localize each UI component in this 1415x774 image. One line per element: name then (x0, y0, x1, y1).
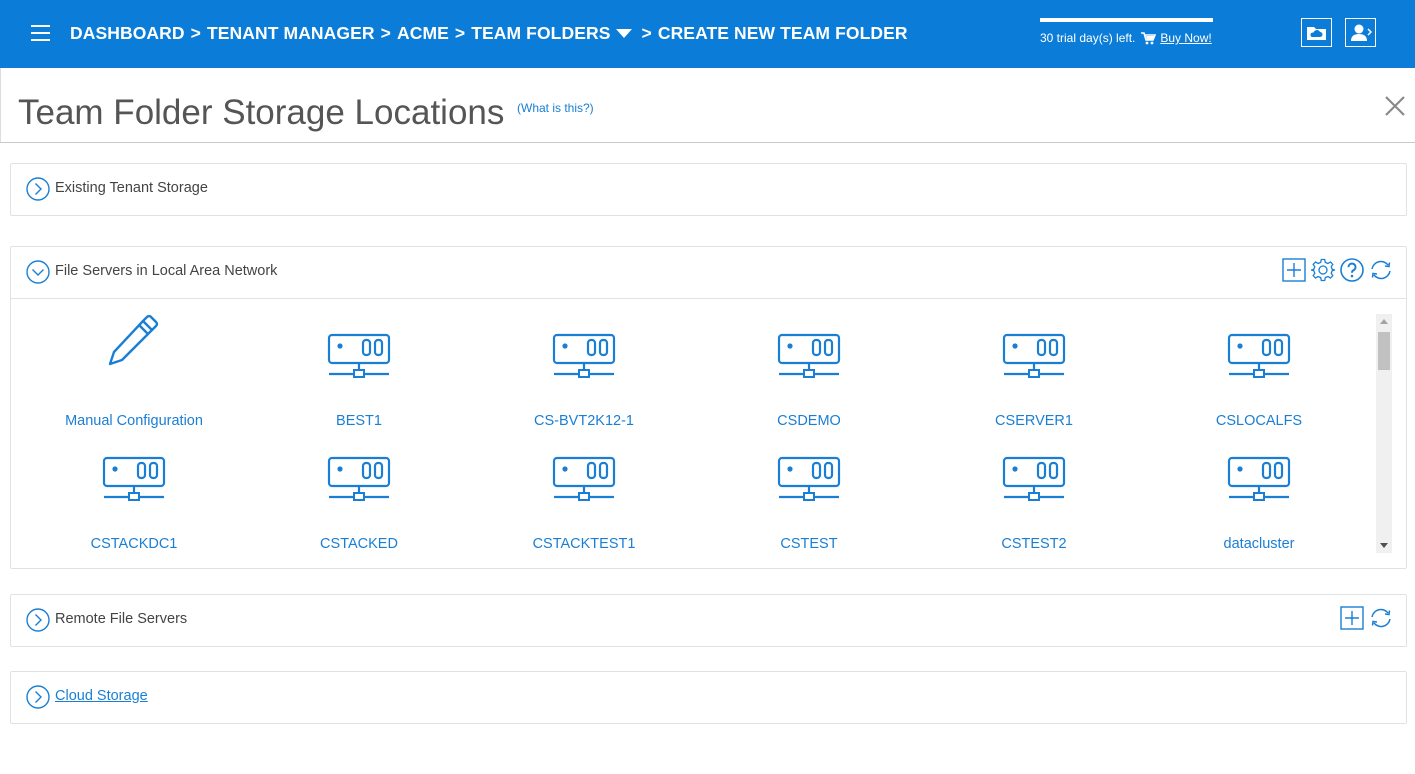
page-title: Team Folder Storage Locations (18, 93, 505, 132)
server-tile[interactable]: CSTACKDC1 (19, 436, 249, 552)
manual-configuration-tile[interactable]: Manual Configuration (19, 313, 249, 429)
server-icon (777, 333, 841, 378)
page-header: Team Folder Storage Locations (What is t… (0, 68, 1415, 143)
add-icon[interactable] (1340, 606, 1364, 630)
scroll-thumb[interactable] (1378, 332, 1390, 370)
breadcrumb-dashboard[interactable]: DASHBOARD (70, 23, 185, 44)
server-tile[interactable]: CSTEST2 (919, 436, 1149, 552)
server-tile[interactable]: CSTACKED (244, 436, 474, 552)
breadcrumb-acme[interactable]: ACME (397, 23, 449, 44)
server-label[interactable]: datacluster (1144, 536, 1374, 552)
server-tile[interactable]: CSTEST (694, 436, 924, 552)
server-tile[interactable]: CS-BVT2K12-1 (469, 313, 699, 429)
server-label[interactable]: CSERVER1 (919, 413, 1149, 429)
breadcrumb-team-folders[interactable]: TEAM FOLDERS (471, 23, 610, 44)
menu-icon[interactable] (31, 25, 50, 43)
panel-existing-tenant-storage: Existing Tenant Storage (10, 163, 1407, 216)
server-icon (1002, 456, 1066, 501)
panel-title[interactable]: Existing Tenant Storage (55, 180, 208, 196)
panel-remote-file-servers: Remote File Servers (10, 594, 1407, 647)
server-label[interactable]: BEST1 (244, 413, 474, 429)
server-label[interactable]: CSTACKED (244, 536, 474, 552)
cart-icon (1141, 31, 1157, 44)
server-label[interactable]: CSTEST (694, 536, 924, 552)
server-tile[interactable]: BEST1 (244, 313, 474, 429)
close-icon[interactable] (1383, 94, 1407, 118)
user-icon (1350, 24, 1372, 41)
refresh-icon[interactable] (1369, 606, 1393, 630)
trial-status: 30 trial day(s) left. Buy Now! (1040, 18, 1213, 45)
server-label[interactable]: CS-BVT2K12-1 (469, 413, 699, 429)
server-icon (102, 456, 166, 501)
server-label[interactable]: CSTACKTEST1 (469, 536, 699, 552)
refresh-icon[interactable] (1369, 258, 1393, 282)
breadcrumb-tenant-manager[interactable]: TENANT MANAGER (207, 23, 375, 44)
user-menu-button[interactable] (1345, 18, 1376, 47)
trial-days-text: 30 trial day(s) left. (1040, 31, 1136, 45)
server-tile[interactable]: CSTACKTEST1 (469, 436, 699, 552)
add-icon[interactable] (1282, 258, 1306, 282)
server-icon (552, 333, 616, 378)
what-is-this-link[interactable]: (What is this?) (517, 101, 594, 115)
pencil-icon (108, 315, 159, 366)
server-icon (327, 333, 391, 378)
breadcrumb-create-new-team-folder: CREATE NEW TEAM FOLDER (657, 23, 908, 43)
server-list: Manual Configuration BEST1 CS-BVT2K12-1 CSD… (11, 298, 1406, 568)
panel-toolbar (1340, 606, 1393, 630)
cloud-folder-icon (1307, 27, 1326, 40)
server-icon (327, 456, 391, 501)
server-tile[interactable]: CSDEMO (694, 313, 924, 429)
gear-icon[interactable] (1311, 258, 1335, 282)
breadcrumb-separator: > (454, 23, 466, 43)
server-icon (552, 456, 616, 501)
breadcrumb: DASHBOARD > TENANT MANAGER > ACME > TEAM… (70, 23, 908, 44)
scrollbar[interactable] (1376, 314, 1392, 553)
buy-now-link[interactable]: Buy Now! (1160, 31, 1211, 45)
scroll-down-arrow[interactable] (1380, 543, 1388, 548)
trial-progress-bar (1040, 18, 1213, 22)
server-label[interactable]: CSTACKDC1 (19, 536, 249, 552)
server-icon (1227, 333, 1291, 378)
breadcrumb-separator: > (190, 23, 201, 43)
server-label[interactable]: CSTEST2 (919, 536, 1149, 552)
breadcrumb-separator: > (380, 23, 391, 43)
chevron-down-circle-icon[interactable] (26, 260, 50, 284)
server-label[interactable]: CSLOCALFS (1144, 413, 1374, 429)
caret-down-icon[interactable] (615, 29, 632, 38)
panel-title[interactable]: Remote File Servers (55, 611, 187, 627)
top-bar: DASHBOARD > TENANT MANAGER > ACME > TEAM… (0, 0, 1415, 68)
scroll-up-arrow[interactable] (1380, 319, 1388, 324)
server-tile[interactable]: CSERVER1 (919, 313, 1149, 429)
chevron-right-circle-icon[interactable] (26, 177, 50, 201)
server-tile[interactable]: datacluster (1144, 436, 1374, 552)
panel-file-servers-lan: File Servers in Local Area Network Manua… (10, 246, 1407, 569)
chevron-right-circle-icon[interactable] (26, 685, 50, 709)
panel-toolbar (1282, 258, 1393, 282)
server-icon (777, 456, 841, 501)
server-label[interactable]: Manual Configuration (19, 413, 249, 429)
server-icon (1227, 456, 1291, 501)
server-icon (1002, 333, 1066, 378)
folder-cloud-button[interactable] (1301, 18, 1332, 47)
panel-cloud-storage: Cloud Storage (10, 671, 1407, 724)
chevron-right-circle-icon[interactable] (26, 608, 50, 632)
help-icon[interactable] (1340, 258, 1364, 282)
server-label[interactable]: CSDEMO (694, 413, 924, 429)
server-tile[interactable]: CSLOCALFS (1144, 313, 1374, 429)
cloud-storage-link[interactable]: Cloud Storage (55, 688, 148, 704)
breadcrumb-separator: > (641, 23, 652, 43)
panel-title[interactable]: File Servers in Local Area Network (55, 263, 277, 279)
